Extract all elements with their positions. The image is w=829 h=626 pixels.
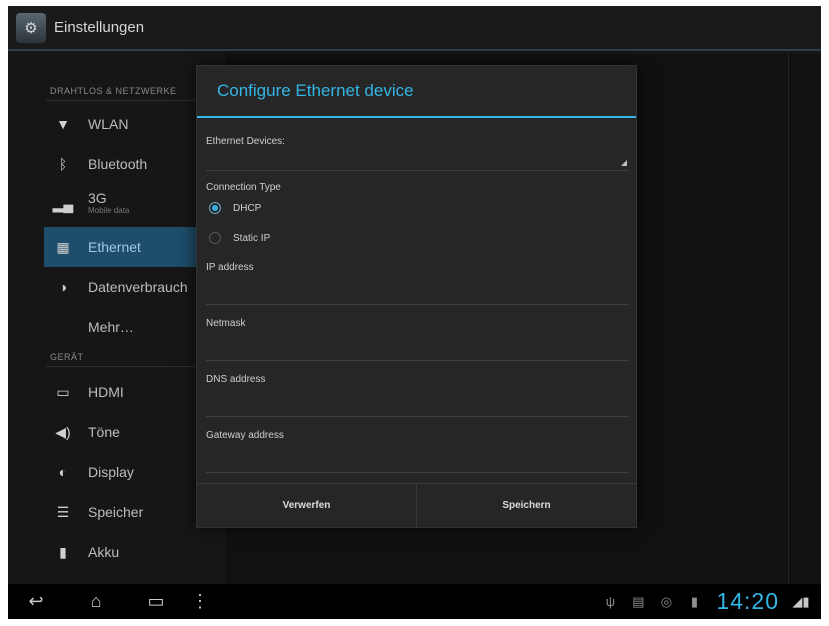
radio-dhcp-label: DHCP [233,202,262,214]
display-icon: ◐ [58,464,68,480]
discard-button[interactable]: Verwerfen [197,484,416,527]
sidebar-item-label: Töne [88,424,120,440]
menu-icon[interactable]: ⋮ [190,591,210,612]
sidebar-item-label: Speicher [88,504,144,520]
sidebar-item-label: Mehr… [88,319,134,335]
data-usage-icon: ◑ [58,279,68,295]
category-header-wireless: DRAHTLOS & NETZWERKE [50,86,177,96]
category-header-device: GERÄT [50,352,84,362]
ip-address-label: IP address [206,262,254,273]
connection-type-label: Connection Type [206,182,281,193]
tablet-screen: ⚙ Einstellungen DRAHTLOS & NETZWERKE ▼ W… [8,6,821,619]
radio-unselected-icon [209,232,221,244]
dialog-title: Configure Ethernet device [197,66,636,118]
sidebar-item-label: HDMI [88,384,124,400]
gateway-address-field[interactable] [206,444,629,468]
signal-icon: ▂▄ [52,195,74,212]
save-button[interactable]: Speichern [416,484,636,527]
ethernet-config-dialog: Configure Ethernet device Ethernet Devic… [196,65,637,528]
pane-divider [788,54,789,584]
home-icon[interactable]: ⌂ [76,591,116,612]
sd-card-icon: ▮ [690,593,699,609]
gateway-address-label: Gateway address [206,430,284,441]
dns-address-field[interactable] [206,388,629,412]
wifi-icon: ▼ [56,116,70,132]
sidebar-item-sublabel: Mobile data [88,205,130,215]
spinner-underline [206,170,629,171]
netmask-field[interactable] [206,332,629,356]
radio-selected-icon [209,202,221,214]
radio-dhcp[interactable]: DHCP [209,202,261,214]
netmask-label: Netmask [206,318,246,329]
dropdown-arrow-icon [621,160,627,166]
recent-apps-icon[interactable]: ▭ [136,591,176,612]
sidebar-item-label: Datenverbrauch [88,279,188,295]
field-underline [206,360,629,361]
page-title: Einstellungen [54,19,145,36]
clock[interactable]: 14:20 [716,588,779,615]
back-icon[interactable]: ↩ [16,591,56,612]
battery-icon: ▮ [59,543,67,560]
storage-icon: ☰ [56,503,70,520]
hdmi-icon: ▭ [56,383,70,400]
sidebar-item-label: Display [88,464,134,480]
devices-spinner[interactable] [206,148,629,170]
dialog-body: Ethernet Devices: Connection Type DHCP S… [197,118,636,484]
usb-icon: ψ [605,594,616,609]
settings-icon[interactable]: ⚙ [16,12,46,43]
android-debug-icon: ▤ [632,593,645,609]
action-bar: ⚙ Einstellungen [8,6,821,51]
ethernet-icon: ▦ [56,238,70,255]
sidebar-item-label: Ethernet [88,239,141,255]
field-underline [206,304,629,305]
radio-static-ip[interactable]: Static IP [209,232,270,244]
radio-static-label: Static IP [233,232,271,244]
sidebar-item-battery[interactable]: ▮ Akku [44,532,226,572]
sidebar-item-label: Bluetooth [88,156,148,172]
sidebar-item-label: 3G [88,189,107,206]
signal-battery-icon[interactable]: ◢▮ [787,594,815,610]
field-underline [206,416,629,417]
devices-label: Ethernet Devices: [206,136,285,147]
bluetooth-icon: ᛒ [58,156,68,172]
sound-icon: ◀) [55,423,71,440]
dns-address-label: DNS address [206,374,266,385]
ip-address-field[interactable] [206,276,629,300]
sidebar-item-label: Akku [88,544,120,560]
field-underline [206,472,629,473]
system-bar: ↩ ⌂ ▭ ⋮ ψ ▤ ◎ ▮ 14:20 ◢▮ [8,584,821,619]
sync-icon: ◎ [660,593,673,609]
dialog-button-bar: Verwerfen Speichern [197,483,636,527]
sidebar-item-label: WLAN [88,116,129,132]
